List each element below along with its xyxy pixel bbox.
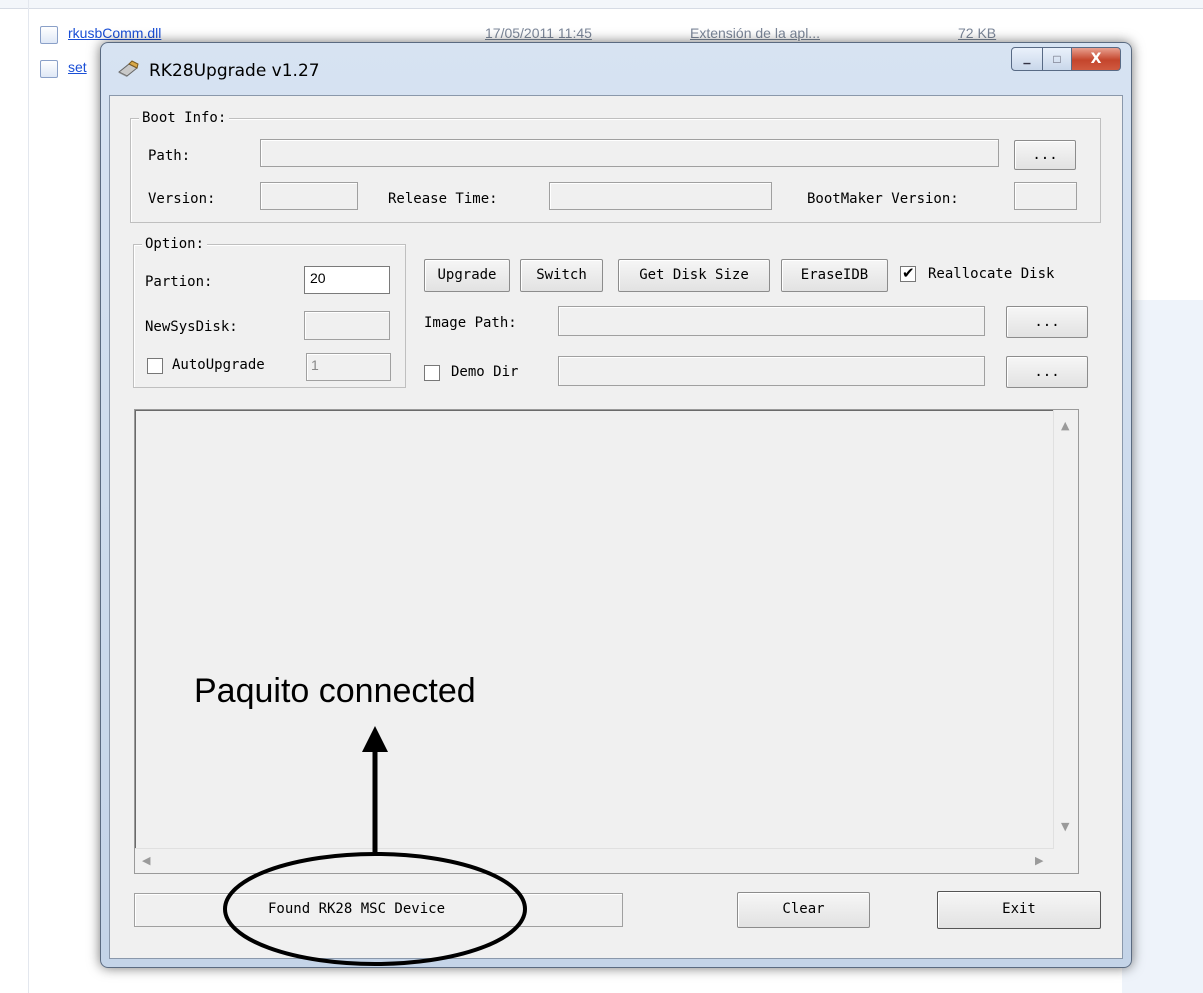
newsysdisk-label: NewSysDisk: <box>145 319 238 335</box>
autoupgrade-label: AutoUpgrade <box>172 357 265 373</box>
maximize-button[interactable]: □ <box>1043 47 1072 71</box>
window-title: RK28Upgrade v1.27 <box>149 61 320 81</box>
rk28upgrade-window: RK28Upgrade v1.27 ▁ □ X Boot Info: Path:… <box>100 42 1132 968</box>
option-group: Option: Partion: 20 NewSysDisk: AutoUpgr… <box>133 235 406 388</box>
scroll-right-icon[interactable]: ▶ <box>1035 854 1043 867</box>
window-client-area: Boot Info: Path: ... Version: Release Ti… <box>109 95 1123 959</box>
clear-button[interactable]: Clear <box>737 892 870 928</box>
maximize-icon: □ <box>1053 52 1061 66</box>
log-output-area[interactable]: ▲ ▼ ◀ ▶ <box>134 409 1079 874</box>
version-field[interactable] <box>260 182 358 210</box>
file-name[interactable]: rkusbComm.dll <box>68 25 161 41</box>
boot-browse-button[interactable]: ... <box>1014 140 1076 170</box>
image-path-label: Image Path: <box>424 315 517 331</box>
scroll-down-icon[interactable]: ▼ <box>1061 820 1069 833</box>
checkmark-icon: ✔ <box>902 264 915 282</box>
window-controls: ▁ □ X <box>1011 47 1121 71</box>
image-path-field[interactable] <box>558 306 985 336</box>
annotation-text: Paquito connected <box>194 672 476 710</box>
release-time-field[interactable] <box>549 182 772 210</box>
exit-button[interactable]: Exit <box>937 891 1101 929</box>
close-icon: X <box>1090 51 1102 67</box>
explorer-header <box>0 0 1203 9</box>
demo-dir-field[interactable] <box>558 356 985 386</box>
switch-button[interactable]: Switch <box>520 259 603 292</box>
partion-input[interactable]: 20 <box>304 266 390 294</box>
reallocate-disk-checkbox[interactable]: ✔ <box>900 264 916 282</box>
scroll-left-icon[interactable]: ◀ <box>142 854 150 867</box>
autoupgrade-count-field[interactable]: 1 <box>306 353 391 381</box>
explorer-divider <box>28 0 29 993</box>
status-field: Found RK28 MSC Device <box>134 893 623 927</box>
minimize-icon: ▁ <box>1023 53 1031 64</box>
partion-label: Partion: <box>145 274 213 290</box>
bootmaker-version-label: BootMaker Version: <box>807 191 959 207</box>
option-title: Option: <box>142 235 208 253</box>
vertical-scrollbar[interactable]: ▲ ▼ <box>1053 410 1078 850</box>
demo-dir-label: Demo Dir <box>451 364 519 380</box>
file-size: 72 KB <box>958 25 997 41</box>
usb-drive-icon <box>118 60 139 77</box>
version-label: Version: <box>148 191 216 207</box>
image-browse-button[interactable]: ... <box>1006 306 1088 338</box>
get-disk-size-button[interactable]: Get Disk Size <box>618 259 770 292</box>
upgrade-button[interactable]: Upgrade <box>424 259 510 292</box>
release-time-label: Release Time: <box>388 191 498 207</box>
reallocate-disk-label: Reallocate Disk <box>928 266 1055 282</box>
autoupgrade-checkbox[interactable] <box>147 358 163 374</box>
dll-file-icon <box>40 26 58 44</box>
title-bar[interactable]: RK28Upgrade v1.27 ▁ □ X <box>101 43 1131 95</box>
close-button[interactable]: X <box>1072 47 1121 71</box>
boot-path-field[interactable] <box>260 139 999 167</box>
boot-info-title: Boot Info: <box>139 109 230 127</box>
boot-info-group: Boot Info: Path: ... Version: Release Ti… <box>130 109 1101 223</box>
scroll-up-icon[interactable]: ▲ <box>1061 419 1069 432</box>
demo-browse-button[interactable]: ... <box>1006 356 1088 388</box>
newsysdisk-field[interactable] <box>304 311 390 340</box>
horizontal-scrollbar[interactable]: ◀ ▶ <box>135 848 1054 873</box>
explorer-side-panel <box>1122 300 1203 993</box>
file-type: Extensión de la apl... <box>690 25 820 41</box>
file-name[interactable]: set <box>68 59 87 75</box>
settings-file-icon <box>40 60 58 78</box>
demo-dir-checkbox[interactable] <box>424 365 440 381</box>
minimize-button[interactable]: ▁ <box>1011 47 1043 71</box>
file-date: 17/05/2011 11:45 <box>485 25 592 41</box>
path-label: Path: <box>148 148 191 164</box>
bootmaker-version-field[interactable] <box>1014 182 1077 210</box>
eraseidb-button[interactable]: EraseIDB <box>781 259 888 292</box>
status-text: Found RK28 MSC Device <box>268 901 446 917</box>
